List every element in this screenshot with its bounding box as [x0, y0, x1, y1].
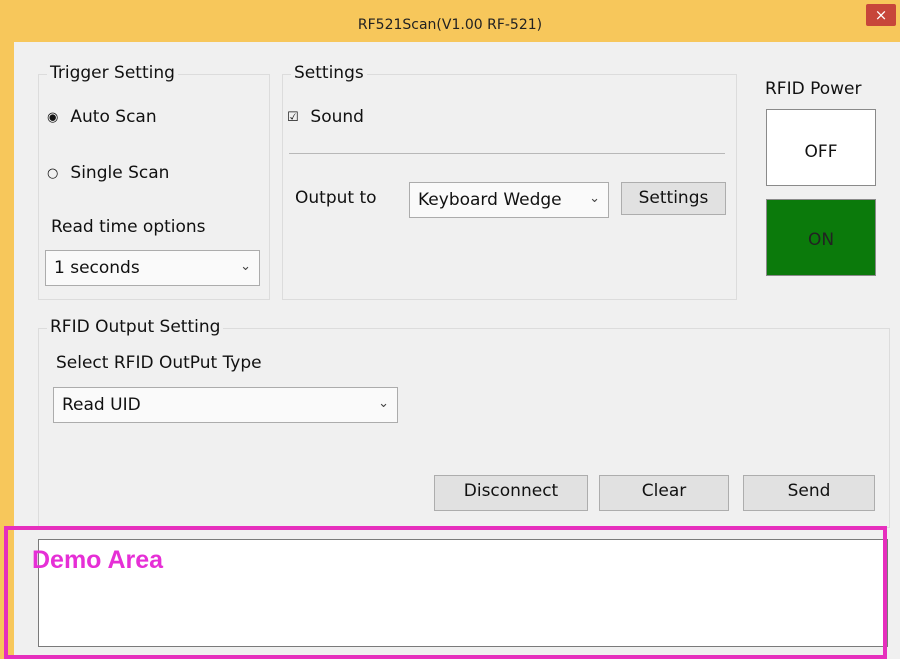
disconnect-button[interactable]: Disconnect [434, 475, 588, 511]
send-button-label: Send [787, 481, 831, 501]
rfid-power-on-button[interactable]: ON [766, 199, 876, 276]
output-to-value: Keyboard Wedge [418, 190, 562, 210]
sound-checkbox[interactable]: ☑ Sound [287, 107, 364, 127]
rfid-output-type-value: Read UID [62, 395, 141, 415]
output-to-select[interactable]: Keyboard Wedge ⌄ [409, 182, 609, 218]
radio-auto-scan-label: Auto Scan [70, 107, 157, 127]
settings-divider [289, 153, 725, 154]
clear-button[interactable]: Clear [599, 475, 729, 511]
trigger-setting-legend: Trigger Setting [47, 62, 178, 84]
settings-button[interactable]: Settings [621, 182, 726, 215]
rfid-power-off-label: OFF [804, 142, 838, 162]
radio-single-scan[interactable]: ○ Single Scan [47, 163, 169, 183]
read-time-label: Read time options [51, 217, 206, 237]
rfid-output-type-label: Select RFID OutPut Type [56, 353, 262, 373]
title-bar: RF521Scan(V1.00 RF-521) × [0, 0, 900, 42]
app-window: RF521Scan(V1.00 RF-521) × Trigger Settin… [0, 0, 900, 659]
clear-button-label: Clear [641, 481, 687, 501]
read-time-value: 1 seconds [54, 258, 140, 278]
rfid-output-setting-legend: RFID Output Setting [47, 316, 224, 338]
output-to-label: Output to [295, 188, 377, 208]
send-button[interactable]: Send [743, 475, 875, 511]
radio-selected-icon: ◉ [47, 110, 59, 125]
chevron-down-icon: ⌄ [589, 191, 600, 206]
settings-legend: Settings [291, 62, 367, 84]
radio-unselected-icon: ○ [47, 166, 59, 181]
settings-button-label: Settings [638, 188, 709, 208]
radio-auto-scan[interactable]: ◉ Auto Scan [47, 107, 157, 127]
close-icon[interactable]: × [866, 4, 896, 26]
checkbox-checked-icon: ☑ [287, 110, 299, 125]
rfid-power-label: RFID Power [765, 79, 862, 99]
sound-label: Sound [310, 107, 364, 127]
window-title: RF521Scan(V1.00 RF-521) [357, 17, 543, 33]
rfid-output-type-select[interactable]: Read UID ⌄ [53, 387, 398, 423]
read-time-select[interactable]: 1 seconds ⌄ [45, 250, 260, 286]
rfid-power-off-button[interactable]: OFF [766, 109, 876, 186]
rfid-power-on-label: ON [807, 230, 835, 250]
demo-area-label: Demo Area [32, 546, 164, 574]
chevron-down-icon: ⌄ [378, 396, 389, 411]
disconnect-button-label: Disconnect [463, 481, 559, 501]
chevron-down-icon: ⌄ [240, 259, 251, 274]
radio-single-scan-label: Single Scan [70, 163, 170, 183]
